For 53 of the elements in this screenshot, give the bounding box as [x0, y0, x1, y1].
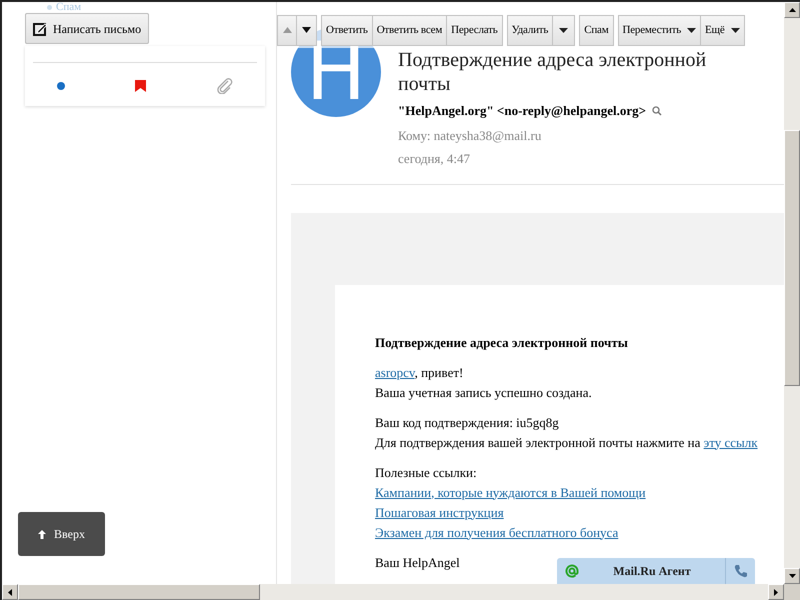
email-text: Ваша учетная запись успешно создана.: [375, 384, 592, 402]
sender-address: "HelpAngel.org" <no-reply@helpangel.org>: [398, 102, 646, 120]
toolbar-button[interactable]: Ещё: [701, 14, 745, 46]
email-link[interactable]: asropcv: [375, 364, 415, 380]
agent-label: Mail.Ru Агент: [612, 563, 692, 580]
agent-bar[interactable]: Mail.Ru Агент: [557, 558, 755, 584]
scroll-down-button[interactable]: [784, 568, 800, 584]
caret-icon: [687, 28, 696, 32]
back-to-top-button[interactable]: Вверх: [18, 512, 105, 556]
message-subject: Подтверждение адреса электронной почты: [398, 48, 708, 96]
up-triangle-icon: [788, 8, 796, 12]
email-heading: Подтверждение адреса электронной почты: [375, 334, 628, 352]
dropdown-button[interactable]: [553, 14, 576, 46]
phone-icon[interactable]: [734, 564, 748, 578]
edit-icon: [33, 22, 47, 36]
scrollbar-thumb[interactable]: [18, 584, 260, 600]
scrollbar-thumb[interactable]: [784, 130, 800, 386]
message-date: сегодня, 4:47: [398, 150, 471, 166]
up-triangle-icon: [282, 27, 292, 33]
email-link[interactable]: Кампании, которые нуждаются в Вашей помощи: [375, 482, 646, 502]
right-triangle-icon: [774, 588, 778, 596]
search-icon[interactable]: [652, 106, 662, 116]
at-sign-icon: [565, 564, 579, 578]
recipient-line: Кому: nateysha38@mail.ru: [398, 126, 542, 144]
toolbar-button[interactable]: Ответить всем: [372, 14, 448, 46]
email-text: asropcv, привет!: [375, 364, 464, 382]
scroll-left-button[interactable]: [2, 584, 18, 600]
toolbar-button[interactable]: Переслать: [447, 14, 503, 46]
left-triangle-icon: [8, 588, 12, 596]
down-triangle-icon: [788, 574, 796, 578]
email-link[interactable]: Экзамен для получения бесплатного бонуса: [375, 522, 618, 542]
horizontal-scrollbar[interactable]: [2, 584, 784, 600]
toolbar-button[interactable]: Удалить: [506, 14, 554, 46]
email-text: Для подтверждения вашей электронной почты нажмите на эту ссылк: [375, 434, 758, 452]
caret-icon: [559, 28, 568, 32]
up-arrow-icon: [38, 530, 46, 538]
toolbar-button[interactable]: Спам: [579, 14, 614, 46]
toolbar-button[interactable]: Ответить: [321, 14, 373, 46]
email-text: Ваш HelpAngel: [375, 554, 460, 572]
email-link[interactable]: эту ссылк: [704, 434, 758, 450]
paperclip-icon[interactable]: [216, 78, 233, 94]
scroll-right-button[interactable]: [768, 584, 784, 600]
toolbar-button[interactable]: Переместить: [618, 14, 702, 46]
scroll-up-button[interactable]: [784, 2, 800, 18]
down-triangle-icon: [302, 27, 311, 33]
email-link[interactable]: Пошаговая инструкция: [375, 502, 504, 522]
bookmark-icon[interactable]: [135, 80, 146, 92]
email-text: Полезные ссылки:: [375, 464, 477, 482]
scrollbar-corner: [784, 584, 800, 600]
vertical-scrollbar[interactable]: [784, 2, 800, 584]
caret-icon: [730, 28, 740, 32]
compose-button[interactable]: Написать письмо: [25, 13, 150, 44]
email-text: Ваш код подтверждения: iu5gq8g: [375, 414, 559, 432]
